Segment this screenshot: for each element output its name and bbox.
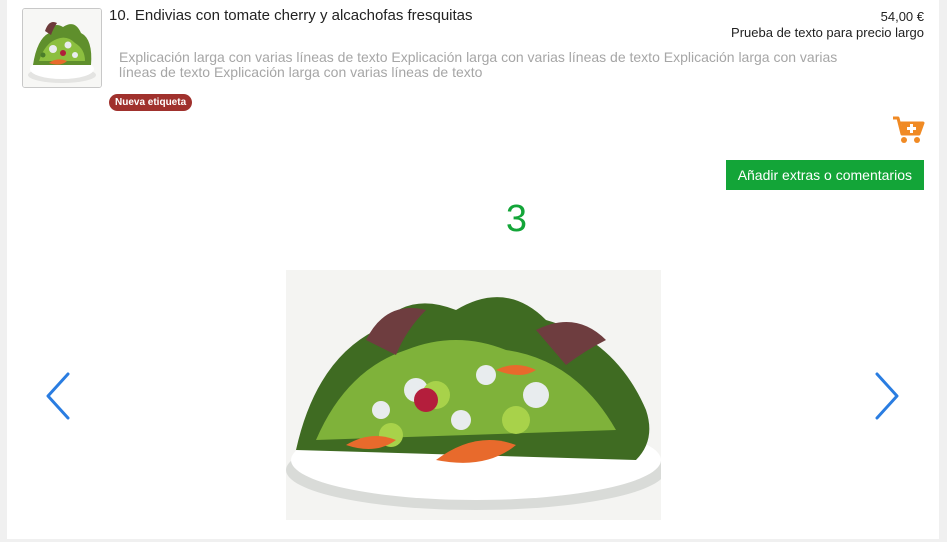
gallery-prev-button[interactable] (44, 372, 74, 420)
price-note: Prueba de texto para precio largo (731, 25, 924, 40)
image-counter: 3 (505, 198, 528, 240)
product-description: Explicación larga con varias líneas de t… (119, 49, 838, 80)
new-label-badge: Nueva etiqueta (109, 94, 193, 111)
gallery-next-button[interactable] (871, 372, 901, 420)
product-photo (286, 270, 661, 520)
add-to-cart-button[interactable] (892, 115, 926, 145)
product-title: 10. Endivias con tomate cherry y alcachof… (109, 7, 473, 24)
chevron-right-icon (875, 372, 899, 420)
salad-thumbnail-image (23, 9, 101, 87)
cart-plus-icon (893, 116, 925, 143)
product-card: 10. Endivias con tomate cherry y alcachof… (7, 0, 939, 539)
chevron-left-icon (46, 372, 70, 420)
add-extras-button[interactable]: Añadir extras o comentarios (725, 160, 924, 190)
product-name: Endivias con tomate cherry y alcachofas … (134, 7, 473, 24)
salad-photo-image (286, 270, 661, 520)
product-thumbnail[interactable] (22, 8, 102, 88)
product-price: 54,00 € (880, 9, 924, 24)
product-number: 10. (109, 7, 130, 24)
